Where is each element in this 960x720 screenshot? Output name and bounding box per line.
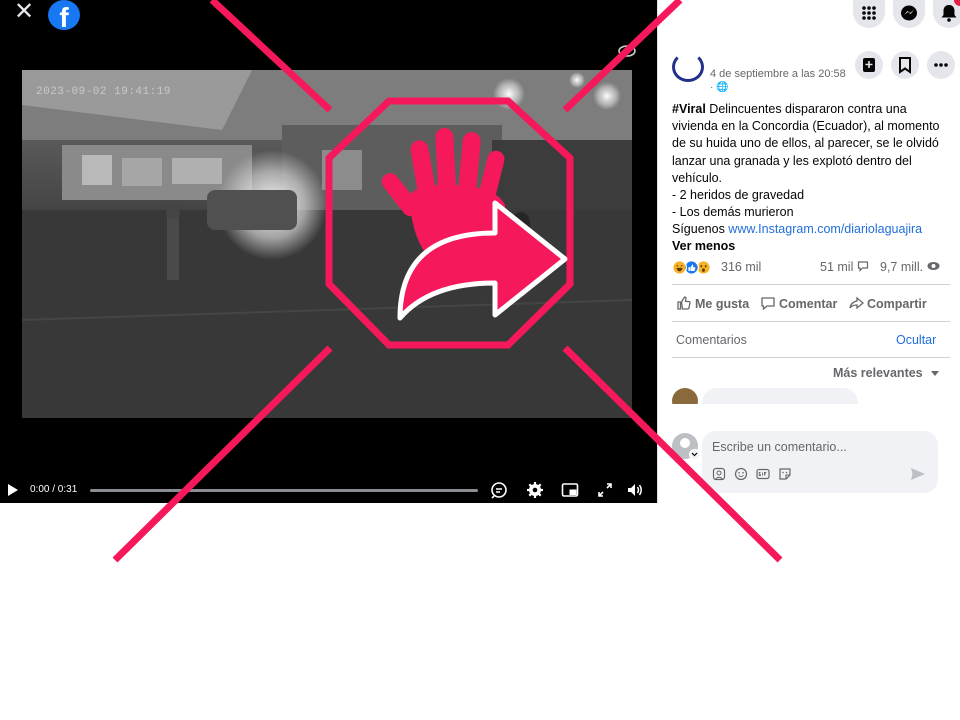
post-side-panel: 4 de septiembre a las 20:58 · 🌐 #Viral D… xyxy=(657,0,960,503)
view-count: 9,7 mill. xyxy=(880,260,940,274)
post-date[interactable]: 4 de septiembre a las 20:58 xyxy=(710,68,846,80)
picture-in-picture-icon[interactable] xyxy=(561,481,579,499)
comment-icon xyxy=(761,297,775,311)
caret-down-icon xyxy=(931,371,940,376)
eye-icon xyxy=(927,262,940,270)
comment-sort-label: Más relevantes xyxy=(833,366,923,380)
close-icon[interactable]: ✕ xyxy=(10,0,38,28)
video-timestamp-overlay: 2023-09-02 19:41:19 xyxy=(36,86,171,98)
comment-composer xyxy=(702,431,938,493)
share-arrow-icon xyxy=(849,296,865,310)
messenger-icon xyxy=(901,5,917,21)
fullscreen-icon[interactable] xyxy=(596,481,614,499)
comment-count-value: 51 mil xyxy=(820,260,854,274)
divider xyxy=(672,321,950,322)
post-hashtag[interactable]: #Viral xyxy=(672,102,706,116)
comment-input[interactable] xyxy=(712,438,922,456)
facebook-logo[interactable]: f xyxy=(48,0,80,30)
privacy-public-icon: · 🌐 xyxy=(710,82,729,93)
apps-grid-icon xyxy=(862,6,876,20)
post-text-line: - 2 heridos de gravedad xyxy=(672,188,805,203)
share-button[interactable]: Compartir xyxy=(848,295,927,315)
bookmark-icon xyxy=(899,57,911,74)
post-body: #Viral Delincuentes dispararon contra un… xyxy=(672,101,954,221)
play-icon[interactable] xyxy=(7,483,19,497)
post-line-1: #Viral Delincuentes dispararon contra un… xyxy=(672,101,954,118)
page-avatar[interactable] xyxy=(672,52,704,82)
chevron-down-icon xyxy=(691,452,698,457)
send-icon[interactable] xyxy=(910,467,926,481)
divider xyxy=(672,284,950,285)
post-text-line: vehículo. xyxy=(672,170,723,185)
like-button[interactable]: Me gusta xyxy=(676,295,749,315)
post-text-line: Delincuentes dispararon contra una xyxy=(705,102,907,116)
comment-count[interactable]: 51 mil xyxy=(820,260,869,274)
video-time: 0:00 / 0:31 xyxy=(30,484,78,495)
more-options-button[interactable] xyxy=(927,51,955,79)
see-less-button[interactable]: Ver menos xyxy=(672,239,735,253)
comment-mask xyxy=(658,404,960,418)
comment-sort-select[interactable]: Más relevantes xyxy=(833,366,940,380)
settings-icon[interactable] xyxy=(526,481,544,499)
haha-reaction-icon xyxy=(672,260,687,275)
bookmark-button[interactable] xyxy=(891,51,919,79)
reaction-count[interactable]: 316 mil xyxy=(721,260,761,274)
hide-comments-link[interactable]: Ocultar xyxy=(896,333,936,347)
like-label: Me gusta xyxy=(695,297,750,311)
apps-grid-button[interactable] xyxy=(853,0,885,28)
post-text-line: vivienda en la Concordia (Ecuador), al m… xyxy=(672,119,940,134)
post-text-line: de su huida uno de ellos, al parecer, se… xyxy=(672,136,939,151)
captions-icon[interactable] xyxy=(490,481,508,499)
more-dots-icon xyxy=(934,63,948,67)
comment-button[interactable]: Comentar xyxy=(760,295,837,315)
comments-heading: Comentarios xyxy=(676,333,747,347)
video-viewer: ✕ f 2023-09-02 19:41:19 0:00 / 0:31 xyxy=(0,0,657,503)
comment-bubble-icon xyxy=(857,261,868,272)
avatar-chevron-icon[interactable] xyxy=(689,449,700,460)
share-label: Compartir xyxy=(867,297,927,311)
hidden-eye-icon xyxy=(618,44,636,58)
sticker-icon[interactable] xyxy=(778,467,792,481)
thumbs-up-icon xyxy=(677,296,691,310)
messenger-button[interactable] xyxy=(893,0,925,28)
night-street-scene xyxy=(22,70,632,418)
video-frame[interactable]: 2023-09-02 19:41:19 xyxy=(22,70,632,418)
emoji-icon[interactable] xyxy=(734,467,748,481)
save-post-button[interactable] xyxy=(855,51,883,79)
post-text-line: lanzar una granada y les explotó dentro … xyxy=(672,153,912,168)
volume-icon[interactable] xyxy=(626,481,644,499)
avatar-sticker-icon[interactable] xyxy=(712,467,726,481)
instagram-link[interactable]: www.Instagram.com/diariolaguajira xyxy=(728,222,922,236)
divider xyxy=(672,357,950,358)
add-bookmark-icon xyxy=(863,58,875,72)
follow-prefix: Síguenos xyxy=(672,222,729,236)
post-text-line: - Los demás murieron xyxy=(672,205,794,220)
video-controls: 0:00 / 0:31 xyxy=(0,478,657,503)
gif-icon[interactable] xyxy=(756,467,770,481)
comment-label: Comentar xyxy=(779,297,838,311)
follow-line: Síguenos www.Instagram.com/diariolaguaji… xyxy=(672,222,922,236)
view-count-value: 9,7 mill. xyxy=(880,260,924,274)
video-progress-bar[interactable] xyxy=(90,489,478,492)
screenshot: ✕ f 2023-09-02 19:41:19 0:00 / 0:31 4 de… xyxy=(0,0,960,720)
